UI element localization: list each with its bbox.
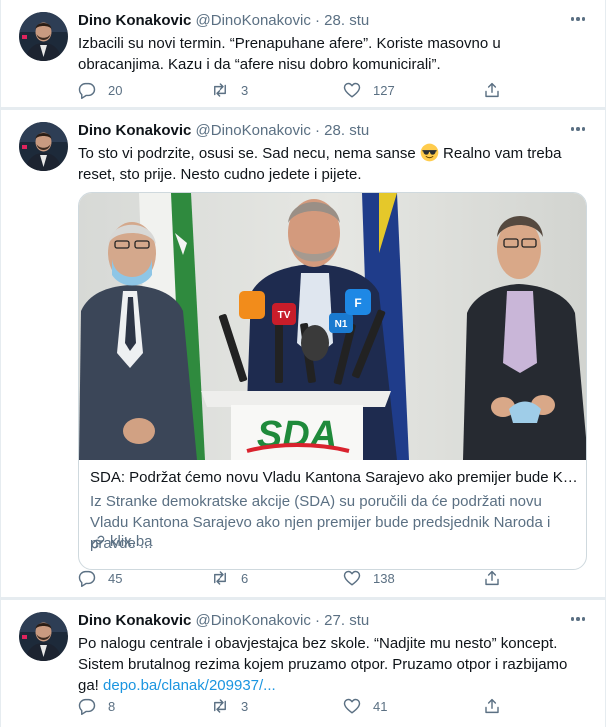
display-name[interactable]: Dino Konakovic bbox=[78, 122, 191, 139]
avatar-image bbox=[19, 122, 68, 171]
tweet-text-part: To sto vi podrzite, osusi se. Sad necu, … bbox=[78, 145, 420, 162]
reply-button[interactable]: 20 bbox=[78, 78, 122, 102]
heart-icon bbox=[343, 698, 361, 714]
tweet-actions: 8 3 41 bbox=[78, 694, 501, 718]
tweet-date[interactable]: 27. stu bbox=[324, 612, 369, 629]
press-conference-image: TV N1 F SDA bbox=[79, 193, 586, 460]
avatar-image bbox=[19, 612, 68, 661]
link-card-domain: klix.ba bbox=[90, 532, 153, 552]
user-handle[interactable]: @DinoKonakovic bbox=[196, 12, 311, 29]
more-options-icon[interactable] bbox=[569, 610, 587, 628]
link-icon bbox=[91, 535, 105, 549]
lectern-logo-text: SDA bbox=[257, 414, 337, 456]
display-name[interactable]: Dino Konakovic bbox=[78, 612, 191, 629]
separator: · bbox=[315, 612, 320, 629]
reply-icon bbox=[78, 82, 96, 99]
retweet-count: 6 bbox=[241, 570, 249, 586]
tweet-date[interactable]: 28. stu bbox=[324, 12, 369, 29]
user-handle[interactable]: @DinoKonakovic bbox=[196, 122, 311, 139]
avatar[interactable] bbox=[19, 612, 68, 661]
reply-icon bbox=[78, 698, 96, 715]
tweet-actions: 45 6 138 bbox=[78, 566, 501, 590]
mic-label: F bbox=[354, 296, 361, 310]
heart-icon bbox=[343, 82, 361, 98]
tweet-text: Izbacili su novi termin. “Prenapuhane af… bbox=[78, 35, 501, 73]
share-button[interactable] bbox=[483, 694, 501, 718]
reply-count: 45 bbox=[108, 570, 123, 586]
sunglasses-face-icon bbox=[420, 143, 439, 162]
share-button[interactable] bbox=[483, 566, 501, 590]
tweet[interactable]: Dino Konakovic @DinoKonakovic · 27. stu … bbox=[1, 600, 605, 727]
tweet-actions: 20 3 127 bbox=[78, 78, 501, 102]
link-card[interactable]: TV N1 F SDA SDA: Podržat ćemo novu Vladu… bbox=[78, 192, 587, 570]
link-card-title: SDA: Podržat ćemo novu Vladu Kantona Sar… bbox=[90, 469, 578, 486]
tweet-header: Dino Konakovic @DinoKonakovic · 28. stu bbox=[78, 121, 369, 141]
like-count: 127 bbox=[373, 82, 395, 98]
share-icon bbox=[485, 82, 499, 98]
retweet-button[interactable]: 6 bbox=[211, 566, 248, 590]
retweet-icon bbox=[214, 83, 226, 97]
like-button[interactable]: 138 bbox=[343, 566, 395, 590]
share-icon bbox=[485, 698, 499, 714]
tweet[interactable]: Dino Konakovic @DinoKonakovic · 28. stu … bbox=[1, 0, 605, 107]
link-card-image: TV N1 F SDA bbox=[79, 193, 586, 460]
reply-button[interactable]: 8 bbox=[78, 694, 115, 718]
reply-button[interactable]: 45 bbox=[78, 566, 122, 590]
more-options-icon[interactable] bbox=[569, 10, 587, 28]
link-card-description: Iz Stranke demokratske akcije (SDA) su p… bbox=[90, 493, 551, 552]
reply-icon bbox=[78, 570, 96, 587]
heart-icon bbox=[343, 570, 361, 586]
retweet-button[interactable]: 3 bbox=[211, 694, 248, 718]
link-card-domain-text: klix.ba bbox=[110, 533, 153, 550]
share-button[interactable] bbox=[483, 78, 501, 102]
share-icon bbox=[485, 570, 499, 586]
avatar-image bbox=[19, 12, 68, 61]
avatar[interactable] bbox=[19, 12, 68, 61]
like-count: 138 bbox=[373, 570, 395, 586]
like-button[interactable]: 41 bbox=[343, 694, 387, 718]
retweet-count: 3 bbox=[241, 698, 249, 714]
retweet-count: 3 bbox=[241, 82, 249, 98]
mic-label: TV bbox=[278, 310, 291, 321]
avatar[interactable] bbox=[19, 122, 68, 171]
more-options-icon[interactable] bbox=[569, 120, 587, 138]
retweet-icon bbox=[214, 699, 226, 713]
user-handle[interactable]: @DinoKonakovic bbox=[196, 612, 311, 629]
tweet-header: Dino Konakovic @DinoKonakovic · 28. stu bbox=[78, 11, 369, 31]
separator: · bbox=[315, 12, 320, 29]
reply-count: 8 bbox=[108, 698, 116, 714]
tweet[interactable]: Dino Konakovic @DinoKonakovic · 28. stu … bbox=[1, 110, 605, 597]
tweet-date[interactable]: 28. stu bbox=[324, 122, 369, 139]
tweet-link[interactable]: depo.ba/clanak/209937/... bbox=[103, 677, 276, 694]
reply-count: 20 bbox=[108, 82, 123, 98]
mic-label: N1 bbox=[335, 319, 348, 330]
separator: · bbox=[315, 122, 320, 139]
retweet-button[interactable]: 3 bbox=[211, 78, 248, 102]
tweet-header: Dino Konakovic @DinoKonakovic · 27. stu bbox=[78, 611, 369, 631]
like-button[interactable]: 127 bbox=[343, 78, 395, 102]
like-count: 41 bbox=[373, 698, 388, 714]
tweet-text: Po nalogu centrale i obavjestajca bez sk… bbox=[78, 633, 590, 696]
tweet-text: To sto vi podrzite, osusi se. Sad necu, … bbox=[78, 143, 590, 185]
display-name[interactable]: Dino Konakovic bbox=[78, 12, 191, 29]
timeline: Dino Konakovic @DinoKonakovic · 28. stu … bbox=[1, 0, 605, 727]
retweet-icon bbox=[214, 571, 226, 585]
